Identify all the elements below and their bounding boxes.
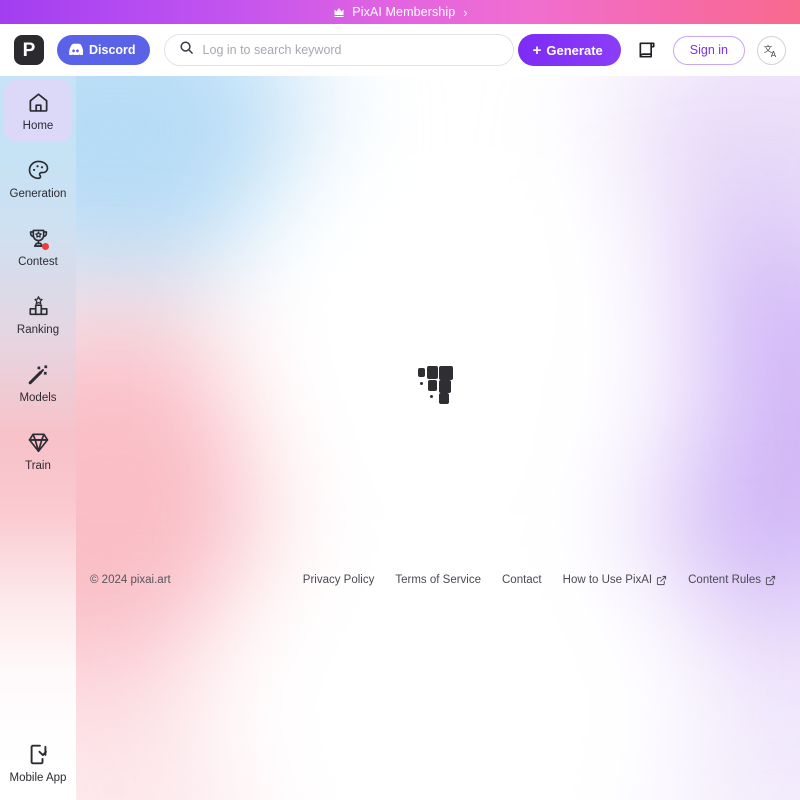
plus-icon: + [532,41,542,59]
pixai-logo[interactable]: P [14,35,44,65]
external-link-icon [656,575,667,586]
diamond-icon [27,430,50,456]
discord-icon [68,43,84,58]
sidebar-item-models[interactable]: Models [4,352,72,414]
sidebar-item-home[interactable]: Home [4,80,72,142]
sign-in-button[interactable]: Sign in [672,35,745,65]
home-icon [27,90,50,116]
footer-link-privacy-policy[interactable]: Privacy Policy [303,574,375,586]
search-icon [179,40,194,60]
notification-badge [41,242,49,250]
background-gradient [76,76,800,800]
app-header: P Discord + Generate [0,24,800,76]
sidebar-item-label: Home [22,119,54,132]
sidebar-item-mobile-app[interactable]: Mobile App [4,734,72,792]
sidebar-item-label: Ranking [16,323,60,336]
sidebar-item-train[interactable]: Train [4,420,72,482]
sign-in-label: Sign in [689,43,728,57]
sidebar-item-label: Generation [9,187,67,200]
footer-link-label: Content Rules [688,574,761,586]
main-content: © 2024 pixai.art Privacy Policy Terms of… [76,76,800,800]
footer-link-label: Terms of Service [395,574,481,586]
crown-icon [332,6,346,18]
discord-button-label: Discord [89,43,136,57]
generate-button-label: Generate [546,42,603,58]
sidebar: Home Generation Contest Ranking Models T… [0,76,76,800]
footer-link-contact[interactable]: Contact [502,574,542,586]
sidebar-item-generation[interactable]: Generation [4,148,72,210]
palette-icon [27,158,50,184]
chevron-right-icon: › [463,4,468,20]
sidebar-item-contest[interactable]: Contest [4,216,72,278]
footer-links: Privacy Policy Terms of Service Contact … [303,574,776,586]
footer-link-label: Contact [502,574,542,586]
svg-text:A: A [771,49,777,58]
sidebar-item-label: Mobile App [9,771,67,784]
membership-banner-label: PixAI Membership [352,5,456,19]
footer-link-how-to-use-pixai[interactable]: How to Use PixAI [563,574,667,586]
search-bar[interactable] [163,34,514,66]
footer-link-label: Privacy Policy [302,574,375,586]
footer-link-terms-of-service[interactable]: Terms of Service [395,574,481,586]
footer: © 2024 pixai.art Privacy Policy Terms of… [76,566,800,594]
scroll-banner-icon[interactable] [633,36,661,64]
discord-button[interactable]: Discord [57,35,150,65]
footer-link-content-rules[interactable]: Content Rules [688,574,776,586]
podium-icon [27,294,50,320]
sidebar-item-label: Contest [18,255,58,268]
magic-wand-icon [27,362,50,388]
search-input[interactable] [202,35,499,65]
sidebar-item-label: Train [25,459,51,472]
footer-link-label: How to Use PixAI [562,574,653,586]
header-actions: + Generate Sign in 文 A [517,34,786,66]
sidebar-item-ranking[interactable]: Ranking [4,284,72,346]
content-loading-indicator [418,366,458,404]
trophy-icon [27,226,50,252]
external-link-icon [765,575,776,586]
mobile-download-icon [27,742,50,768]
sidebar-item-label: Models [19,391,57,404]
translate-icon[interactable]: 文 A [757,35,786,65]
membership-banner[interactable]: PixAI Membership › [0,0,800,24]
pixai-app-window: PixAI Membership › P Discord + G [0,0,800,800]
generate-button[interactable]: + Generate [517,34,621,66]
copyright-text: © 2024 pixai.art [90,574,171,586]
